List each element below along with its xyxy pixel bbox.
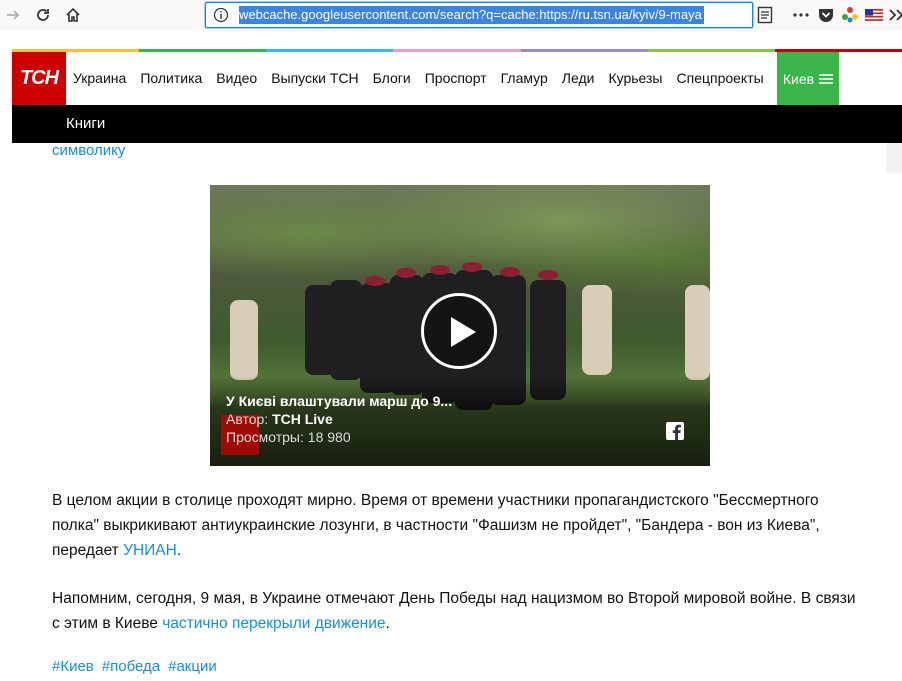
- article-link-symbols[interactable]: символику: [52, 142, 125, 159]
- author-name[interactable]: ТСН Live: [272, 411, 333, 427]
- nav-item[interactable]: Проспорт: [418, 52, 494, 105]
- extension-icon[interactable]: [841, 6, 859, 24]
- url-text[interactable]: webcache.googleusercontent.com/search?q=…: [239, 6, 704, 24]
- home-icon: [66, 7, 80, 22]
- forward-arrow-icon: [7, 10, 20, 20]
- tag-list: #Киев #победа #акции: [52, 658, 225, 675]
- browser-toolbar: webcache.googleusercontent.com/search?q=…: [0, 0, 902, 31]
- video-title[interactable]: У Києві влаштували марш до 9...: [226, 393, 452, 409]
- article-paragraph-1: В целом акции в столице проходят мирно. …: [52, 492, 820, 559]
- reload-button[interactable]: [32, 4, 54, 26]
- sub-navigation: Книги: [12, 105, 902, 143]
- tag-link[interactable]: #Киев: [52, 658, 94, 675]
- nav-item[interactable]: Курьезы: [601, 52, 669, 105]
- us-flag-icon[interactable]: [865, 6, 883, 24]
- traffic-link[interactable]: частично перекрыли движение: [162, 615, 385, 632]
- sub-nav-item-books[interactable]: Книги: [66, 105, 105, 143]
- nav-item[interactable]: Блоги: [366, 52, 418, 105]
- nav-item[interactable]: Выпуски ТСН: [264, 52, 365, 105]
- site-navigation: ТСН Украина Политика Видео Выпуски ТСН Блоги…: [12, 52, 902, 105]
- pocket-icon[interactable]: [817, 6, 835, 24]
- home-button[interactable]: [62, 4, 84, 26]
- video-player[interactable]: У Києві влаштували марш до 9... Автор: Т…: [210, 185, 710, 466]
- logo-text: ТСН: [19, 67, 59, 89]
- reader-view-icon[interactable]: [757, 6, 773, 24]
- nav-item[interactable]: Политика: [133, 52, 209, 105]
- forward-button[interactable]: [2, 4, 24, 26]
- region-selector[interactable]: Киев: [777, 52, 839, 105]
- play-button[interactable]: [421, 293, 497, 369]
- url-bar[interactable]: webcache.googleusercontent.com/search?q=…: [205, 2, 753, 28]
- region-label: Киев: [782, 70, 815, 87]
- overflow-menu-icon[interactable]: [888, 6, 902, 24]
- menu-icon: [819, 73, 834, 84]
- info-icon[interactable]: [213, 7, 229, 23]
- nav-menu: Украина Политика Видео Выпуски ТСН Блоги Прос…: [66, 52, 771, 105]
- more-options-icon[interactable]: [792, 6, 810, 24]
- video-author: Автор: ТСН Live: [226, 411, 333, 427]
- reload-icon: [37, 9, 49, 21]
- facebook-icon[interactable]: [666, 422, 684, 440]
- article-paragraph-2: Напомним, сегодня, 9 мая, в Украине отме…: [52, 590, 856, 632]
- unian-link[interactable]: УНИАН: [123, 542, 177, 559]
- video-views: Просмотры: 18 980: [226, 429, 351, 445]
- nav-item[interactable]: Видео: [209, 52, 264, 105]
- tag-link[interactable]: #акции: [168, 658, 217, 675]
- nav-item[interactable]: Леди: [555, 52, 602, 105]
- nav-item[interactable]: Украина: [66, 52, 133, 105]
- tsn-logo[interactable]: ТСН: [12, 52, 66, 105]
- play-icon: [451, 317, 476, 347]
- nav-item[interactable]: Гламур: [494, 52, 555, 105]
- tag-link[interactable]: #победа: [102, 658, 160, 675]
- scrollbar[interactable]: [886, 143, 902, 173]
- nav-item[interactable]: Спецпроекты: [670, 52, 771, 105]
- author-label: Автор:: [226, 411, 269, 427]
